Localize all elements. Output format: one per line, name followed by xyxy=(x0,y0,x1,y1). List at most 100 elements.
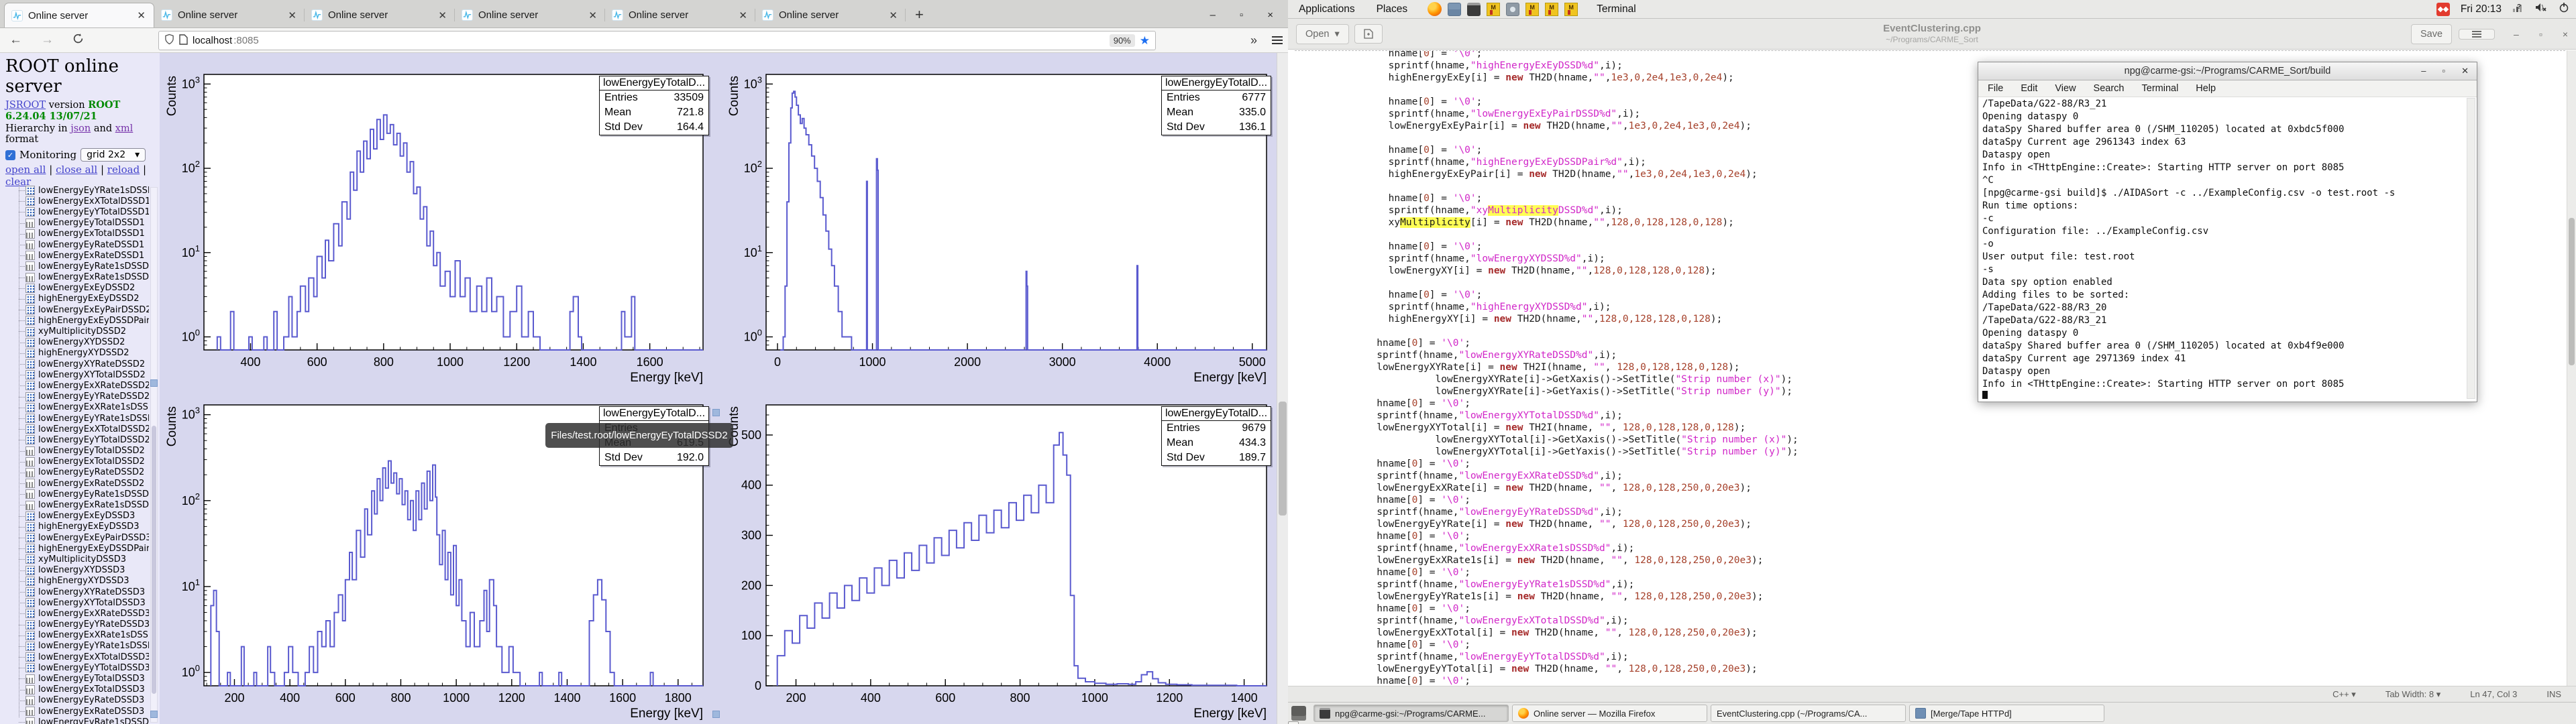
action-link-close-all[interactable]: close all xyxy=(56,164,97,176)
tree-item[interactable]: lowEnergyExXRate1sDSSD2 xyxy=(0,402,149,413)
terminal-menu-view[interactable]: View xyxy=(2055,83,2076,94)
browser-tab[interactable]: Online server✕ xyxy=(455,3,605,27)
tree-item[interactable]: highEnergyXYDSSD2 xyxy=(0,348,149,359)
save-button[interactable]: Save xyxy=(2411,24,2452,44)
open-button[interactable]: Open▾ xyxy=(1296,24,1349,44)
action-link-reload[interactable]: reload xyxy=(107,164,140,176)
tree-item[interactable]: lowEnergyExEyPairDSSD3 xyxy=(0,532,149,543)
grid-select[interactable]: grid 2x2▾ xyxy=(80,148,146,162)
pad-resize-handle[interactable] xyxy=(150,379,158,387)
window-list-icon[interactable] xyxy=(1291,706,1306,721)
tree-item[interactable]: lowEnergyXYDSSD2 xyxy=(0,337,149,348)
tree-item[interactable]: lowEnergyEyYRate1sDSSD1 xyxy=(0,185,149,196)
tree-item[interactable]: lowEnergyEyTotalDSSD1 xyxy=(0,218,149,229)
clock[interactable]: Fri 20:13 xyxy=(2461,3,2502,15)
tree-item[interactable]: lowEnergyExEyDSSD2 xyxy=(0,283,149,294)
terminal-menu-search[interactable]: Search xyxy=(2094,83,2125,94)
new-tab-button[interactable]: + xyxy=(906,6,933,27)
menu-icon[interactable] xyxy=(1272,40,1283,41)
browser-tab[interactable]: Online server✕ xyxy=(755,3,906,27)
tree-item[interactable]: lowEnergyExRate1sDSSD2 xyxy=(0,499,149,510)
browser-tab[interactable]: Online server✕ xyxy=(305,3,455,27)
tree-item[interactable]: lowEnergyExXTotalDSSD1 xyxy=(0,196,149,206)
maximize-icon[interactable]: ▫ xyxy=(2442,66,2445,76)
tree-item[interactable]: lowEnergyExXRateDSSD3 xyxy=(0,608,149,619)
new-document-button[interactable] xyxy=(1354,24,1383,44)
taskbar-item[interactable]: npg@carme-gsi:~/Programs/CARME... xyxy=(1313,705,1509,722)
tab-close-icon[interactable]: ✕ xyxy=(286,9,298,21)
action-link-open-all[interactable]: open all xyxy=(5,164,46,176)
tree-item[interactable]: lowEnergyEyRateDSSD3 xyxy=(0,695,149,706)
taskbar-item[interactable]: EventClustering.cpp (~/Programs/CA... xyxy=(1711,705,1906,722)
volume-muted-icon[interactable] xyxy=(2535,2,2548,16)
applications-menu[interactable]: Applications xyxy=(1288,3,1366,15)
tree-item[interactable]: lowEnergyExRateDSSD2 xyxy=(0,478,149,489)
terminal-titlebar[interactable]: npg@carme-gsi:~/Programs/CARME_Sort/buil… xyxy=(1978,62,2477,80)
minimize-icon[interactable]: – xyxy=(2421,66,2426,76)
bookmark-star-icon[interactable]: ★ xyxy=(1140,34,1150,48)
tree-item[interactable]: lowEnergyExRateDSSD3 xyxy=(0,706,149,717)
terminal-scrollbar[interactable] xyxy=(2467,98,2475,399)
tree-item[interactable]: lowEnergyExRate1sDSSD1 xyxy=(0,272,149,283)
tree-item[interactable]: lowEnergyEyYTotalDSSD3 xyxy=(0,662,149,673)
reload-icon[interactable] xyxy=(63,33,93,48)
tree-item[interactable]: lowEnergyXYRateDSSD2 xyxy=(0,359,149,369)
tree-item[interactable]: lowEnergyEyYTotalDSSD1 xyxy=(0,206,149,217)
terminal-menu-terminal[interactable]: Terminal xyxy=(2142,83,2179,94)
stats-box[interactable]: lowEnergyEyTotalD...Entries33509Mean721.… xyxy=(599,76,709,135)
tree-item[interactable]: lowEnergyEyYRateDSSD2 xyxy=(0,391,149,402)
maximize-icon[interactable]: ▫ xyxy=(2539,29,2542,40)
tree-item[interactable]: lowEnergyEyYRate1sDSSD3 xyxy=(0,641,149,652)
midas-icon[interactable]: M xyxy=(1564,3,1578,16)
tree-item[interactable]: lowEnergyExTotalDSSD1 xyxy=(0,229,149,239)
shield-icon[interactable] xyxy=(164,34,174,48)
pad-resize-handle[interactable] xyxy=(712,409,720,416)
gedit-menu-button[interactable] xyxy=(2459,29,2495,40)
tree-item[interactable]: lowEnergyExTotalDSSD3 xyxy=(0,684,149,695)
jsroot-link[interactable]: JSROOT xyxy=(5,100,46,111)
tree-item[interactable]: lowEnergyExTotalDSSD2 xyxy=(0,457,149,467)
tree-item[interactable]: lowEnergyExXRate1sDSSD3 xyxy=(0,630,149,641)
tree-item[interactable]: lowEnergyEyTotalDSSD2 xyxy=(0,446,149,457)
taskbar-item[interactable]: [Merge/Tape HTTPd] xyxy=(1909,705,2104,722)
page-scrollbar[interactable] xyxy=(1277,53,1288,724)
language-selector[interactable]: C++ ▾ xyxy=(2332,689,2356,700)
page-info-icon[interactable] xyxy=(179,34,188,48)
browser-tab[interactable]: Online server✕ xyxy=(605,3,755,27)
tree-item[interactable]: lowEnergyExEyDSSD3 xyxy=(0,511,149,522)
midas-icon[interactable]: M xyxy=(1545,3,1558,16)
minimize-icon[interactable]: – xyxy=(2514,29,2519,40)
tab-close-icon[interactable]: ✕ xyxy=(737,9,749,21)
tab-close-icon[interactable]: ✕ xyxy=(437,9,448,21)
notification-app-icon[interactable] xyxy=(2436,3,2450,16)
network-icon[interactable]: ? xyxy=(2512,3,2524,16)
tree-item[interactable]: lowEnergyEyRate1sDSSD3 xyxy=(0,717,149,724)
tree-item[interactable]: lowEnergyEyYTotalDSSD2 xyxy=(0,434,149,445)
forward-icon[interactable]: → xyxy=(32,33,63,48)
stats-box[interactable]: lowEnergyEyTotalD...Entries9679Mean434.3… xyxy=(1161,406,1271,466)
tree-item[interactable]: lowEnergyXYTotalDSSD2 xyxy=(0,369,149,380)
terminal-menu-help[interactable]: Help xyxy=(2196,83,2216,94)
places-menu[interactable]: Places xyxy=(1366,3,1419,15)
tree-item[interactable]: lowEnergyEyRate1sDSSD2 xyxy=(0,489,149,499)
tree-item[interactable]: lowEnergyEyRateDSSD2 xyxy=(0,467,149,478)
xml-link[interactable]: xml xyxy=(115,123,133,134)
tree-item[interactable]: lowEnergyEyRate1sDSSD1 xyxy=(0,261,149,272)
tree-item[interactable]: highEnergyExEyDSSD3 xyxy=(0,522,149,532)
stats-box[interactable]: lowEnergyEyTotalD...Entries6777Mean335.0… xyxy=(1161,76,1271,135)
focused-app-label[interactable]: Terminal xyxy=(1597,3,1636,15)
tree-item[interactable]: lowEnergyXYDSSD3 xyxy=(0,565,149,576)
tree-item[interactable]: lowEnergyEyYRateDSSD3 xyxy=(0,619,149,630)
close-icon[interactable]: ✕ xyxy=(2461,66,2469,76)
file-manager-icon[interactable] xyxy=(1448,3,1461,16)
taskbar-item[interactable]: Online server — Mozilla Firefox xyxy=(1512,705,1707,722)
zoom-level-badge[interactable]: 90% xyxy=(1110,34,1135,47)
maximize-icon[interactable]: ▫ xyxy=(1240,9,1243,21)
terminal-menu-file[interactable]: File xyxy=(1988,83,2003,94)
terminal-launcher-icon[interactable] xyxy=(1467,3,1481,16)
terminal-menu-edit[interactable]: Edit xyxy=(2021,83,2037,94)
close-icon[interactable]: × xyxy=(2563,29,2568,40)
power-icon[interactable] xyxy=(2559,2,2569,16)
tree-item[interactable]: lowEnergyEyRateDSSD1 xyxy=(0,239,149,250)
tree-item[interactable]: lowEnergyEyYRate1sDSSD2 xyxy=(0,413,149,424)
